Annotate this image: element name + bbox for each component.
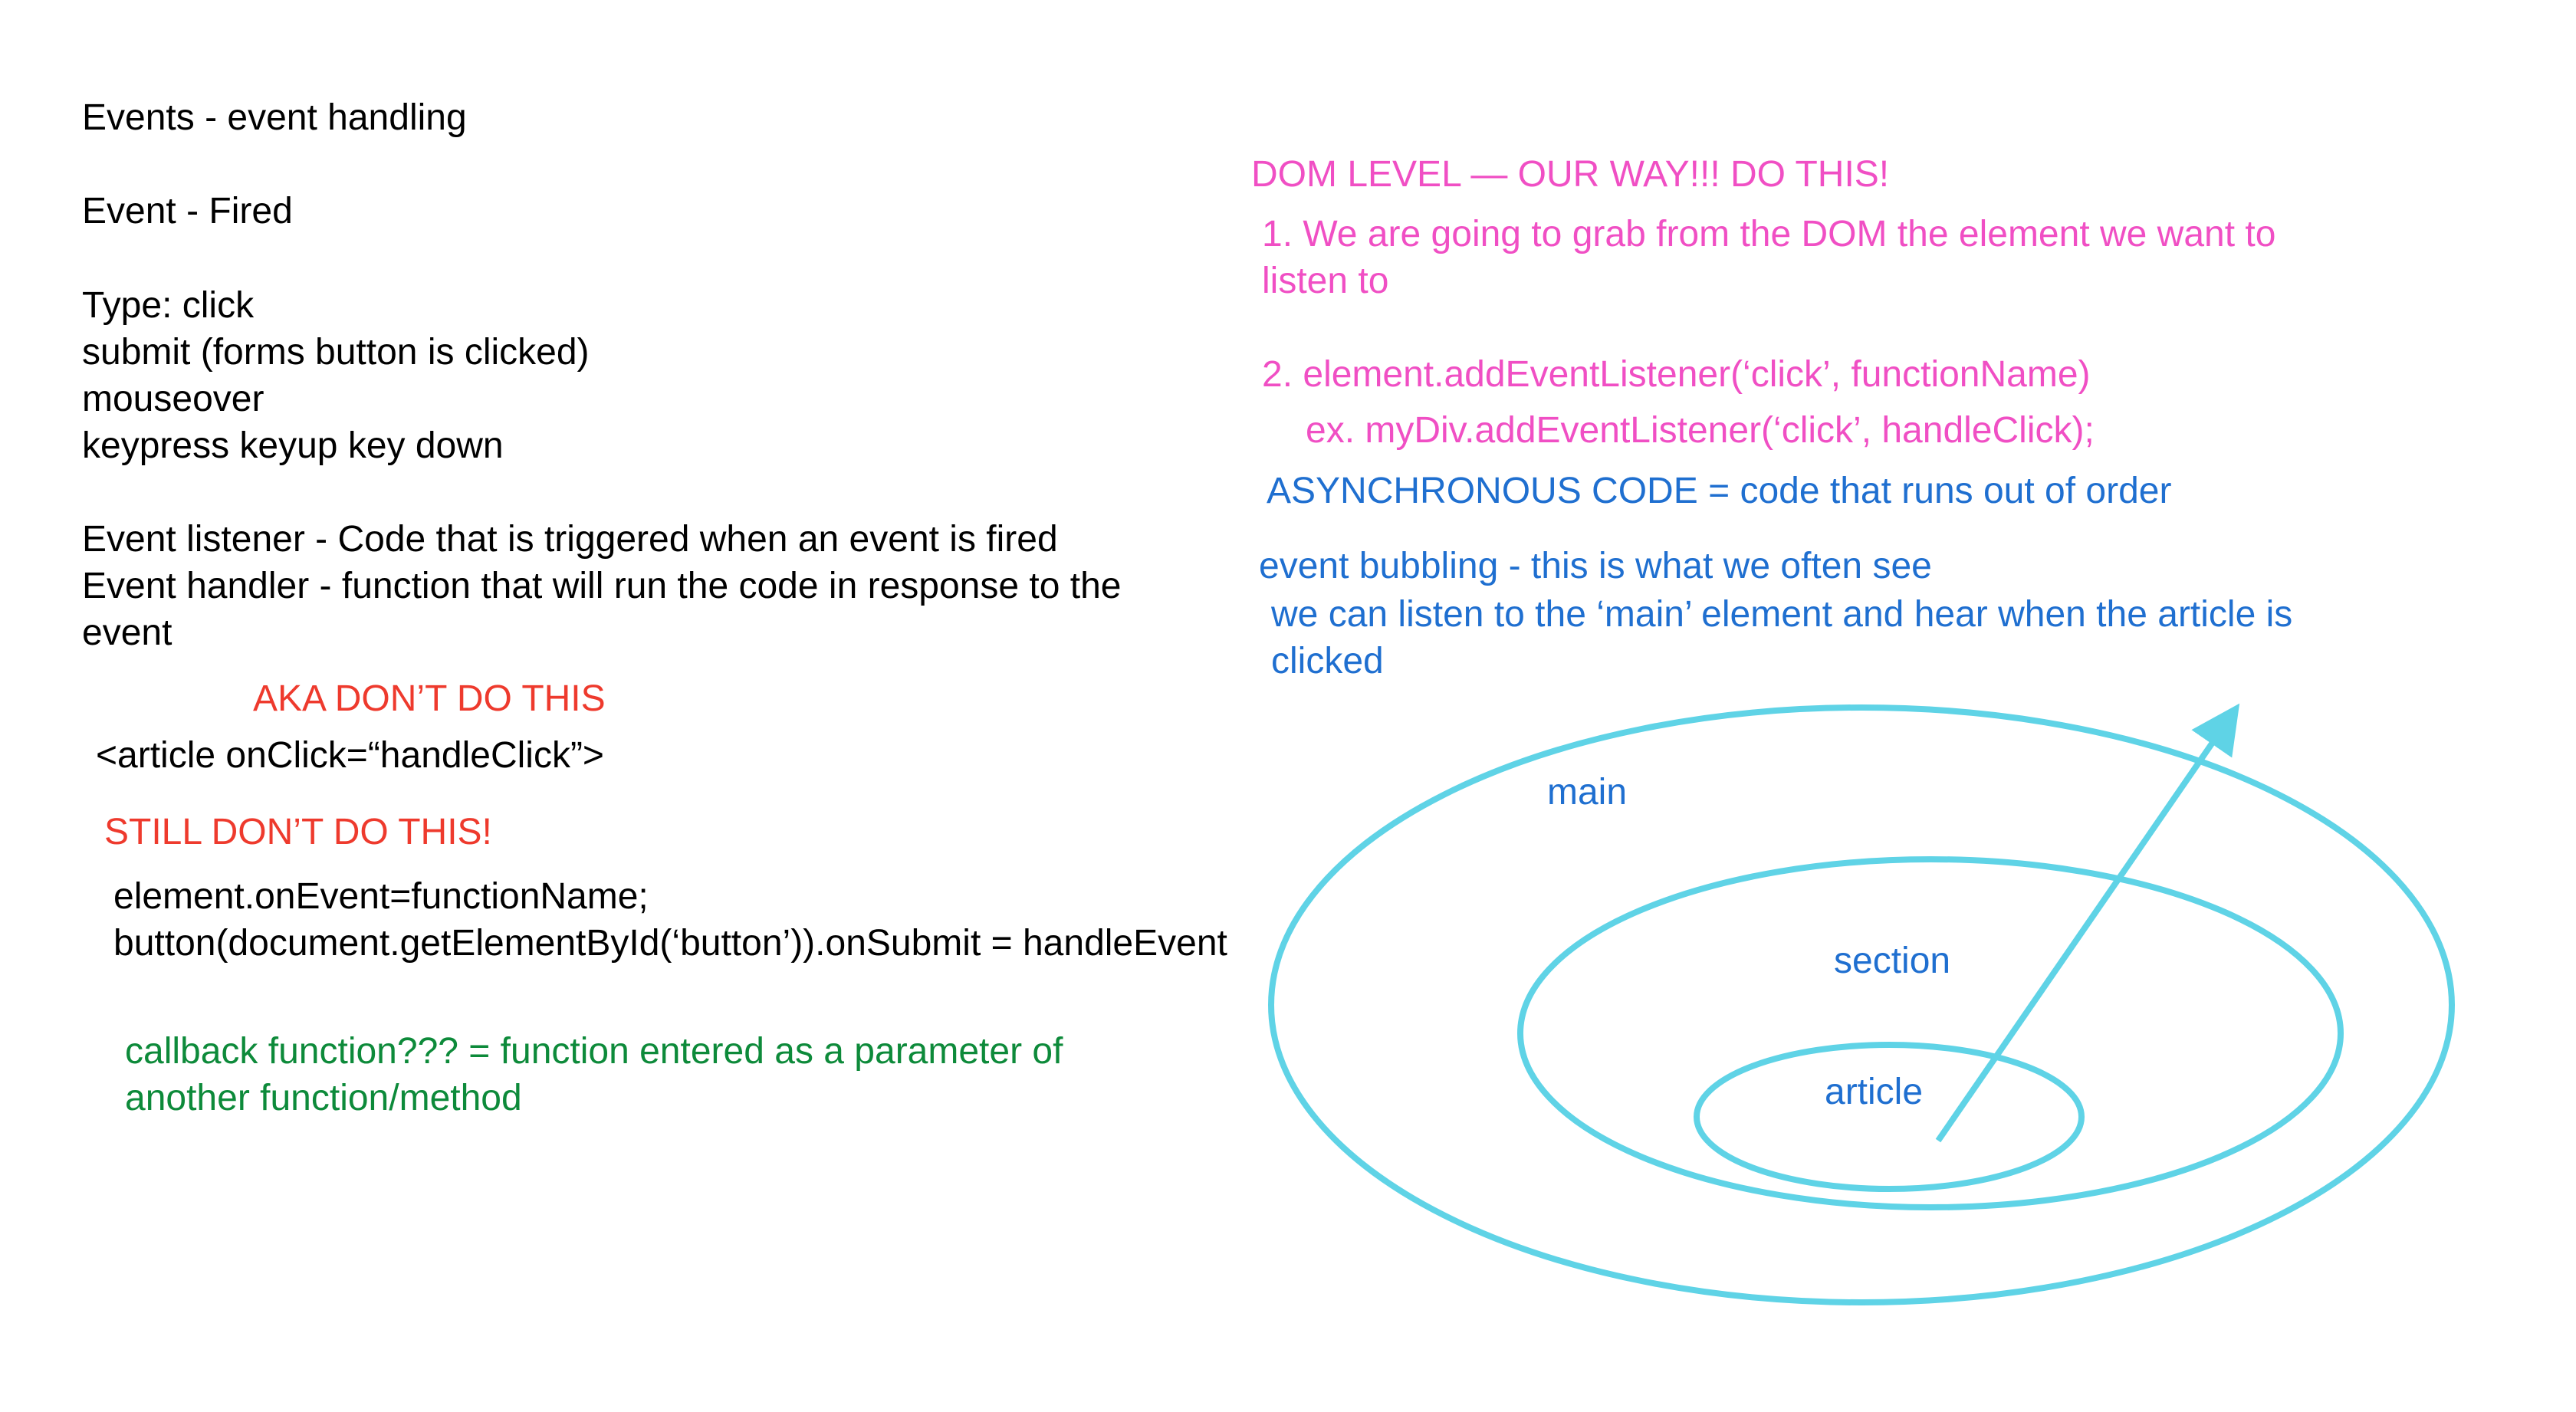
section-ellipse bbox=[1517, 856, 2344, 1210]
main-label: main bbox=[1547, 772, 1627, 813]
main-ellipse bbox=[1268, 704, 2455, 1305]
event-bubbling-diagram: main section article bbox=[1268, 703, 2455, 1305]
section-label: section bbox=[1834, 941, 1950, 981]
whiteboard-canvas: Events - event handling Event - Fired Ty… bbox=[0, 0, 2576, 1412]
article-ellipse bbox=[1694, 1042, 2085, 1192]
bubbling-arrow bbox=[1935, 703, 2240, 1143]
article-label: article bbox=[1825, 1072, 1923, 1112]
